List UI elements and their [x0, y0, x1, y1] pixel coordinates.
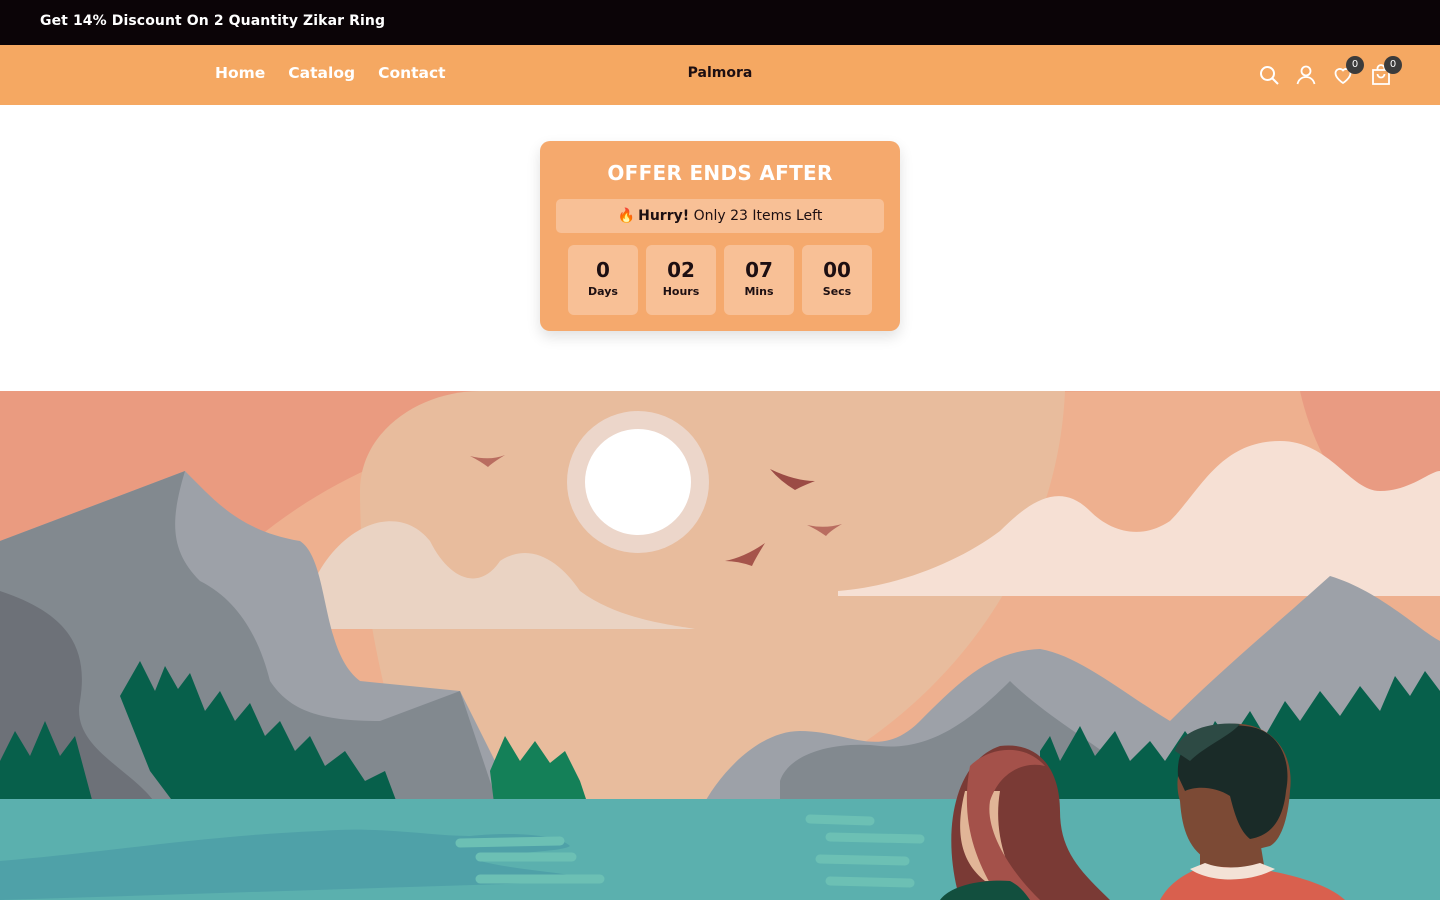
countdown-label: Secs [822, 285, 852, 298]
account-icon[interactable] [1294, 63, 1318, 87]
countdown-label: Hours [662, 285, 700, 298]
search-icon[interactable] [1257, 63, 1281, 87]
wishlist-count-badge: 0 [1346, 56, 1364, 74]
cart-count-badge: 0 [1384, 56, 1402, 74]
countdown-secs: 00 Secs [802, 245, 872, 315]
countdown-days: 0 Days [568, 245, 638, 315]
countdown-value: 00 [823, 258, 851, 282]
cart-button[interactable]: 0 [1369, 56, 1402, 87]
offer-title: OFFER ENDS AFTER [607, 161, 833, 185]
countdown-timer: 0 Days 02 Hours 07 Mins 00 Secs [568, 245, 872, 315]
countdown-label: Mins [744, 285, 774, 298]
countdown-label: Days [588, 285, 618, 298]
wishlist-button[interactable]: 0 [1331, 56, 1364, 87]
site-header: Home Catalog Contact Palmora 0 0 [0, 45, 1440, 105]
countdown-value: 0 [596, 258, 610, 282]
announcement-text: Get 14% Discount On 2 Quantity Zikar Rin… [40, 13, 386, 29]
fire-icon: 🔥 [617, 208, 636, 224]
brand-logo[interactable]: Palmora [0, 65, 1440, 81]
announcement-bar: Get 14% Discount On 2 Quantity Zikar Rin… [0, 0, 1440, 45]
countdown-value: 07 [745, 258, 773, 282]
hero-illustration [0, 391, 1440, 900]
items-left-text: Only 23 Items Left [693, 208, 823, 224]
hurry-label: Hurry! [638, 208, 690, 224]
countdown-hours: 02 Hours [646, 245, 716, 315]
countdown-value: 02 [667, 258, 695, 282]
stock-urgency-banner: 🔥 Hurry! Only 23 Items Left [556, 199, 884, 233]
countdown-mins: 07 Mins [724, 245, 794, 315]
offer-countdown-card: OFFER ENDS AFTER 🔥 Hurry! Only 23 Items L… [540, 141, 900, 331]
